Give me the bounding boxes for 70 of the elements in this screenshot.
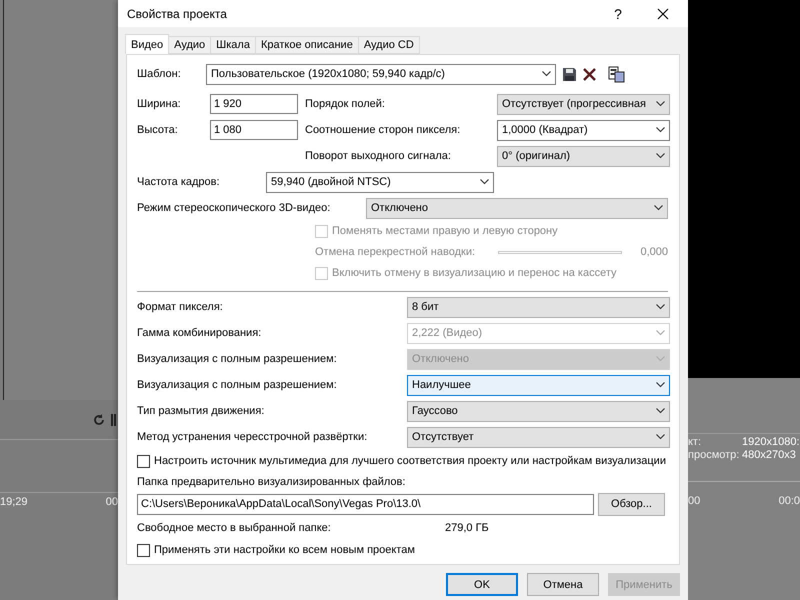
chevron-icon	[542, 71, 551, 77]
timecode: 00	[106, 496, 118, 508]
help-button[interactable]: ?	[598, 0, 638, 27]
field-label: Ширина:	[137, 98, 182, 110]
field-label: Визуализация с полным разрешением:	[137, 379, 338, 391]
tab[interactable]: Шкала	[210, 36, 256, 54]
field-label: Формат пикселя:	[137, 301, 224, 313]
field-label: Высота:	[137, 124, 179, 136]
chevron-icon	[656, 382, 665, 388]
dropdown[interactable]: Отсутствует (прогрессивная	[497, 94, 670, 114]
dropdown[interactable]: Отсутствует	[407, 426, 670, 448]
chevron-icon	[656, 127, 665, 133]
template-dropdown[interactable]: Пользовательское (1920x1080; 59,940 кадр/с)	[206, 64, 556, 84]
field-label: Поворот выходного сигнала:	[305, 150, 452, 162]
copy-icon[interactable]	[608, 66, 625, 82]
info-label: кт:	[688, 436, 702, 448]
field-label: Отмена перекрестной наводки:	[315, 246, 476, 258]
dropdown[interactable]: Гауссово	[407, 400, 670, 422]
close-icon[interactable]	[657, 8, 669, 20]
field-label: Режим стереоскопического 3D-видео:	[137, 202, 332, 214]
field-label: Свободное место в выбранной папке:	[137, 522, 332, 534]
pause-icon[interactable]	[111, 414, 116, 426]
slider-value: 0,000	[639, 246, 668, 258]
timecode: 00	[688, 494, 700, 506]
chevron-icon	[656, 408, 665, 414]
chevron-icon	[656, 101, 665, 107]
field-label: Соотношение сторон пикселя:	[305, 124, 462, 136]
field-label: Папка предварительно визуализированных файлов:	[137, 476, 406, 488]
field-label: Тип размытия движения:	[137, 405, 266, 417]
delete-icon[interactable]	[583, 68, 596, 80]
chevron-icon	[656, 330, 665, 336]
tab[interactable]: Аудио CD	[358, 36, 420, 54]
dropdown[interactable]: 1,0000 (Квадрат)	[497, 120, 670, 140]
field-label: Визуализация с полным разрешением:	[137, 353, 338, 365]
timecode: 19;29	[0, 496, 28, 508]
chevron-icon	[656, 304, 665, 310]
chevron-icon	[656, 153, 665, 159]
browse-button[interactable]: Обзор...	[598, 492, 665, 516]
info-value: 480x270x3	[742, 449, 796, 461]
dialog-button[interactable]: Отмена	[527, 573, 599, 596]
chevron-icon	[656, 356, 665, 362]
tab[interactable]: Краткое описание	[254, 36, 359, 54]
tab[interactable]: Видео	[125, 34, 170, 54]
refresh-icon[interactable]	[93, 414, 105, 426]
field-label: Гамма комбинирования:	[137, 327, 262, 339]
dropdown[interactable]: Отключено	[366, 198, 668, 218]
checkbox[interactable]: Настроить источник мультимедиа для лучшего соответствия проекту или настройкам визуализации	[137, 454, 666, 468]
input-field[interactable]: 1 080	[210, 120, 298, 140]
dropdown[interactable]: 59,940 (двойной NTSC)	[266, 172, 494, 192]
checkbox[interactable]: Применять эти настройки ко всем новым проектам	[137, 544, 415, 556]
dropdown[interactable]: 0° (оригинал)	[497, 146, 670, 166]
chevron-icon	[654, 205, 663, 211]
field-label: Шаблон:	[137, 68, 182, 80]
field-label: Метод устранения чересстрочной развёртки:	[137, 431, 368, 443]
dropdown[interactable]: Наилучшее	[407, 374, 670, 396]
tab[interactable]: Аудио	[168, 36, 212, 54]
chevron-icon	[480, 179, 489, 185]
save-icon[interactable]	[562, 66, 577, 82]
window-title: Свойства проекта	[127, 6, 228, 20]
folder-path-field[interactable]: C:\Users\Вероника\AppData\Local\Sony\Vegas Pro\13.0\	[137, 494, 594, 514]
dropdown[interactable]: 8 бит	[407, 296, 670, 318]
field-label: Порядок полей:	[305, 98, 386, 110]
info-value: 1920x1080:	[742, 436, 800, 448]
free-space-value: 279,0 ГБ	[445, 522, 489, 534]
timecode: 00:0	[778, 494, 800, 506]
chevron-icon	[656, 434, 665, 440]
field-label: Частота кадров:	[137, 176, 221, 188]
input-field[interactable]: 1 920	[210, 94, 298, 114]
info-label: просмотр:	[688, 449, 740, 461]
dialog-button[interactable]: OK	[446, 573, 518, 596]
